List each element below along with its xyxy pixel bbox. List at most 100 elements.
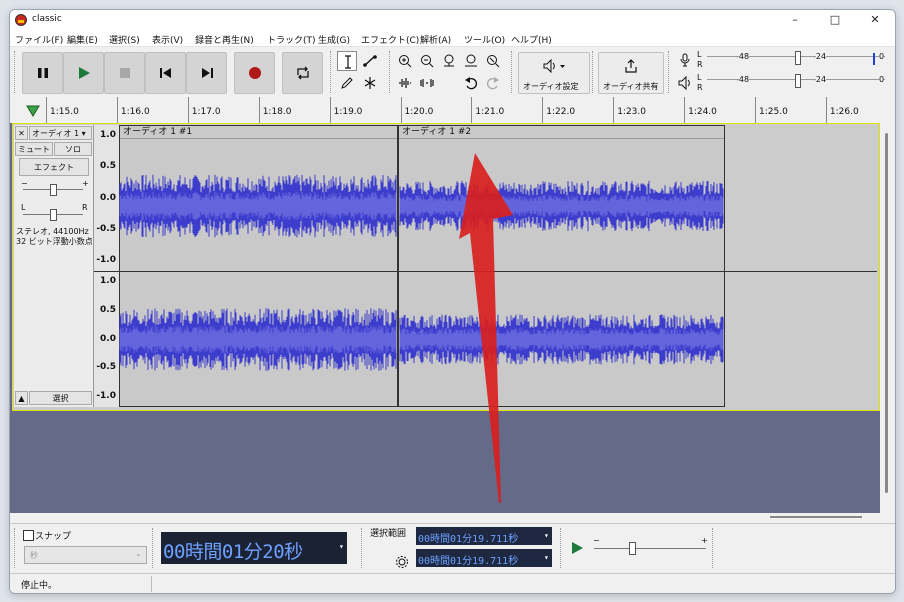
play-button[interactable] — [63, 52, 104, 94]
meter-tick: -24 — [813, 52, 827, 61]
toolbar-grip[interactable] — [389, 51, 394, 93]
chevron-down-icon: ▾ — [339, 542, 344, 551]
play-icon — [572, 542, 583, 554]
ruler-mark — [116, 97, 118, 123]
toolbar-grip[interactable] — [560, 528, 565, 568]
speaker-icon — [678, 76, 690, 90]
ruler-tick-label: 1:15.0 — [50, 107, 79, 117]
ruler-tick-label: 1:16.0 — [120, 107, 150, 117]
meter-slider-thumb[interactable] — [795, 51, 801, 65]
menu-effect[interactable]: エフェクト(C) — [361, 33, 419, 46]
menu-view[interactable]: 表示(V) — [152, 33, 183, 46]
timeline-ruler[interactable]: 1:15.0 1:16.0 1:17.0 1:18.0 1:19.0 1:20.0 1:21… — [10, 97, 895, 124]
menu-select[interactable]: 選択(S) — [109, 33, 140, 46]
zoom-fit-icon — [465, 54, 477, 67]
play-head-icon[interactable] — [26, 105, 40, 117]
playback-meter-button[interactable] — [675, 73, 695, 93]
speaker-icon — [543, 59, 565, 73]
envelope-tool-button[interactable] — [360, 51, 380, 71]
trim-button[interactable] — [395, 73, 415, 93]
speed-minus-label: − — [593, 536, 600, 545]
track-area[interactable]: ✕ オーディオ 1 ▾ ミュート ソロ エフェクト − + L R ステレオ, … — [10, 123, 880, 513]
menu-file[interactable]: ファイル(F) — [15, 33, 63, 46]
toolbar-grip[interactable] — [14, 51, 19, 93]
horizontal-scrollbar-thumb[interactable] — [770, 516, 862, 518]
record-button[interactable] — [234, 52, 275, 94]
ruler-mark — [400, 97, 402, 123]
menu-generate[interactable]: 生成(G) — [318, 33, 350, 46]
zoom-toggle-button[interactable] — [483, 51, 503, 71]
toolbar-grip[interactable] — [361, 528, 366, 568]
menu-tracks[interactable]: トラック(T) — [267, 33, 316, 46]
ruler-mark — [187, 97, 189, 123]
meter-tick: -48 — [736, 52, 750, 61]
toolbar-grip[interactable] — [511, 51, 516, 93]
meter-slider-thumb[interactable] — [795, 74, 801, 88]
draw-tool-button[interactable] — [337, 73, 357, 93]
menu-help[interactable]: ヘルプ(H) — [511, 33, 552, 46]
menu-transport[interactable]: 録音と再生(N) — [195, 33, 254, 46]
snap-label: スナップ — [35, 532, 72, 542]
speed-plus-label: + — [701, 536, 708, 545]
audio-setup-button[interactable]: オーディオ設定 — [518, 52, 590, 94]
maximize-button[interactable]: □ — [815, 10, 855, 30]
selection-start-field[interactable]: 00時間01分19.711秒 ▾ — [416, 527, 552, 545]
ruler-mark — [46, 97, 47, 123]
speed-slider-track[interactable] — [594, 548, 706, 549]
speed-slider-thumb[interactable] — [629, 542, 636, 555]
menu-analyze[interactable]: 解析(A) — [420, 33, 451, 46]
toolbar-grip[interactable] — [14, 528, 19, 568]
record-meter[interactable]: -48 -24 0 — [707, 51, 887, 68]
toolbar-grip[interactable] — [330, 51, 335, 93]
fit-project-button[interactable] — [461, 51, 481, 71]
skip-to-start-button[interactable] — [145, 52, 186, 94]
stop-button[interactable] — [104, 52, 145, 94]
stop-icon — [119, 68, 130, 78]
toolbar-grip[interactable] — [152, 528, 157, 568]
ruler-mark — [258, 97, 260, 123]
menu-tools[interactable]: ツール(O) — [464, 33, 505, 46]
gear-icon[interactable] — [395, 555, 409, 569]
toolbar-grip[interactable] — [668, 51, 673, 93]
share-audio-button[interactable]: オーディオ共有 — [598, 52, 664, 94]
undo-button[interactable] — [461, 73, 481, 93]
toolbar-grip[interactable] — [592, 51, 597, 93]
selection-start-value: 00時間01分19.711秒 — [418, 534, 519, 545]
ruler-mark — [755, 97, 756, 123]
multi-tool-button[interactable] — [360, 73, 380, 93]
vertical-scrollbar[interactable] — [880, 123, 895, 513]
selection-tool-button[interactable] — [337, 51, 357, 71]
menu-edit[interactable]: 編集(E) — [67, 33, 98, 46]
zoom-in-button[interactable] — [395, 51, 415, 71]
play-at-speed-button[interactable] — [567, 538, 587, 558]
close-button[interactable]: ✕ — [855, 10, 895, 30]
i-beam-icon — [345, 55, 351, 69]
fit-selection-button[interactable] — [439, 51, 459, 71]
snap-checkbox[interactable] — [23, 530, 34, 541]
meter-right-label: R — [697, 60, 703, 69]
ruler-mark — [329, 97, 331, 123]
redo-button[interactable] — [483, 73, 503, 93]
selection-end-field[interactable]: 00時間01分19.711秒 ▾ — [416, 549, 552, 567]
zoom-out-button[interactable] — [417, 51, 437, 71]
meter-tick: 0 — [879, 75, 885, 84]
loop-button[interactable] — [282, 52, 323, 94]
vertical-scrollbar-thumb[interactable] — [885, 133, 888, 493]
time-display[interactable]: 00時間01分20秒 ▾ — [161, 532, 347, 564]
toolbar-grip[interactable] — [712, 528, 717, 568]
zoom-toggle-icon — [487, 55, 500, 68]
ruler-tick-label: 1:24.0 — [688, 107, 717, 117]
ruler-tick-label: 1:18.0 — [262, 107, 292, 117]
minimize-button[interactable]: – — [775, 10, 815, 30]
silence-button[interactable] — [417, 73, 437, 93]
app-window: classic – □ ✕ ファイル(F) 編集(E) 選択(S) 表示(V) … — [9, 9, 896, 594]
snap-unit-select[interactable]: 秒 ⌄ — [24, 546, 147, 564]
ruler-mark — [684, 97, 686, 123]
app-icon — [15, 14, 27, 26]
skip-to-end-button[interactable] — [186, 52, 227, 94]
playback-meter[interactable]: -48 -24 0 — [707, 74, 887, 91]
pause-button[interactable] — [22, 52, 63, 94]
ruler-tick-label: 1:26.0 — [829, 107, 859, 117]
record-meter-button[interactable] — [675, 50, 695, 70]
zoom-selection-icon — [444, 54, 454, 67]
